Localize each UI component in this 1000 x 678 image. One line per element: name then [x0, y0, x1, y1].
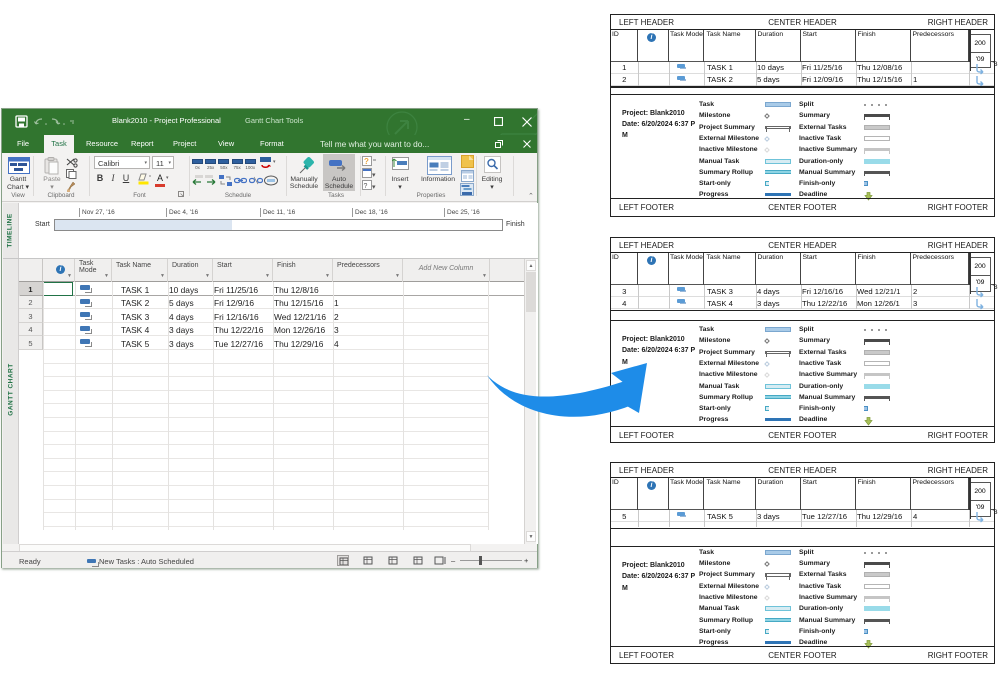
- svg-text:?: ?: [364, 157, 369, 166]
- svg-text:▾: ▾: [372, 184, 376, 191]
- svg-text:▾: ▾: [372, 172, 376, 179]
- svg-text:?: ?: [364, 183, 368, 190]
